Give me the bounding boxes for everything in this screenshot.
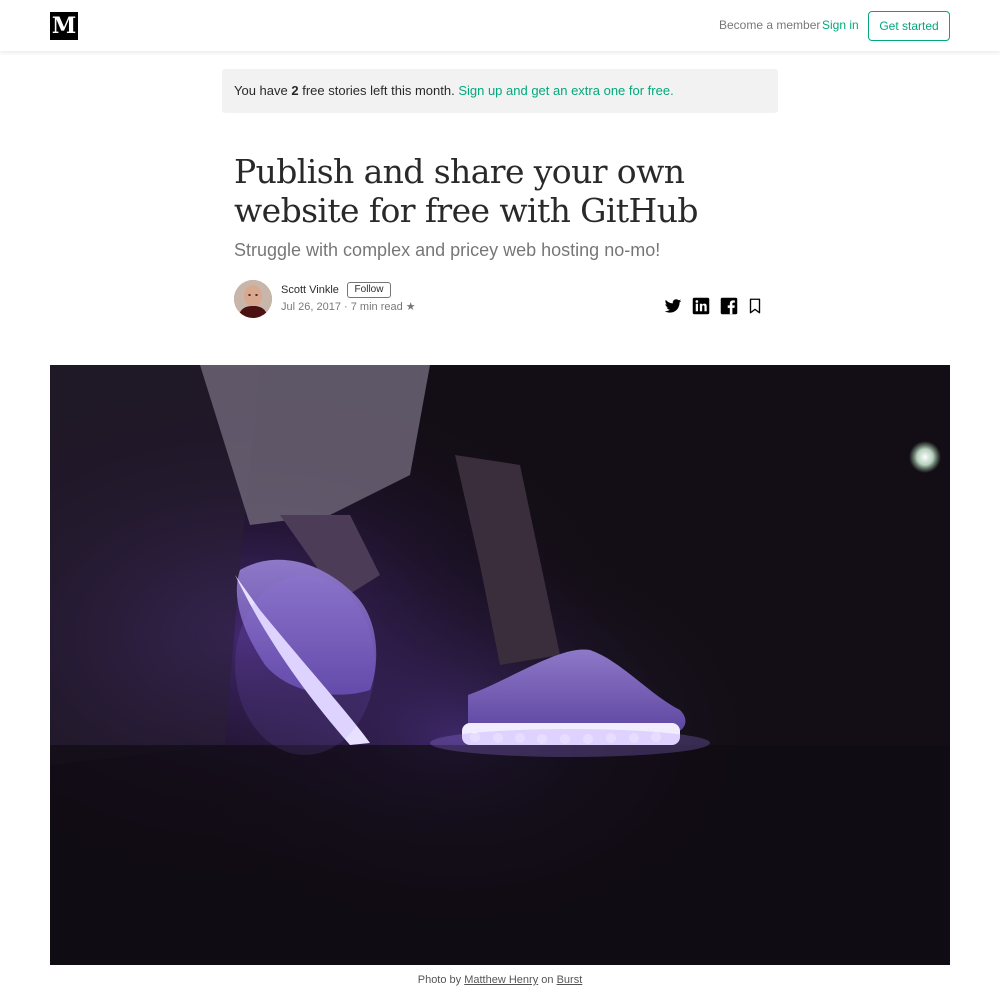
linkedin-icon[interactable] [692,297,710,315]
author-name[interactable]: Scott Vinkle [281,283,339,297]
twitter-icon[interactable] [664,297,682,315]
photo-source-link[interactable]: Burst [557,974,583,986]
sign-up-extra-link[interactable]: Sign up and get an extra one for free. [458,83,673,98]
read-time: 7 min read [350,301,403,313]
get-started-button[interactable]: Get started [868,11,950,41]
post-date: Jul 26, 2017 [281,301,341,313]
meter-middle: free stories left this month. [302,83,455,98]
become-member-link[interactable]: Become a member [719,17,820,33]
article-title: Publish and share your own website for f… [234,152,699,230]
hero-caption: Photo by Matthew Henry on Burst [0,973,1000,987]
photographer-link[interactable]: Matthew Henry [464,974,538,986]
meta-separator: · [344,301,348,313]
facebook-icon[interactable] [720,297,738,315]
top-navigation-bar: M Become a member Sign in Get started [0,0,1000,51]
medium-logo[interactable]: M [50,12,78,40]
caption-middle: on [541,974,554,986]
author-avatar[interactable] [234,280,272,318]
meter-count: 2 [291,83,299,98]
bookmark-icon[interactable] [746,297,764,315]
star-icon: ★ [405,301,416,313]
article-subtitle: Struggle with complex and pricey web hos… [234,240,661,260]
sign-in-link[interactable]: Sign in [822,17,859,33]
follow-button[interactable]: Follow [347,282,391,298]
post-meta: Jul 26, 2017 · 7 min read ★ [281,300,416,314]
caption-prefix: Photo by [417,974,462,986]
meter-prefix: You have [234,83,288,98]
free-stories-banner: You have 2 free stories left this month.… [222,69,778,113]
hero-image [50,365,950,965]
